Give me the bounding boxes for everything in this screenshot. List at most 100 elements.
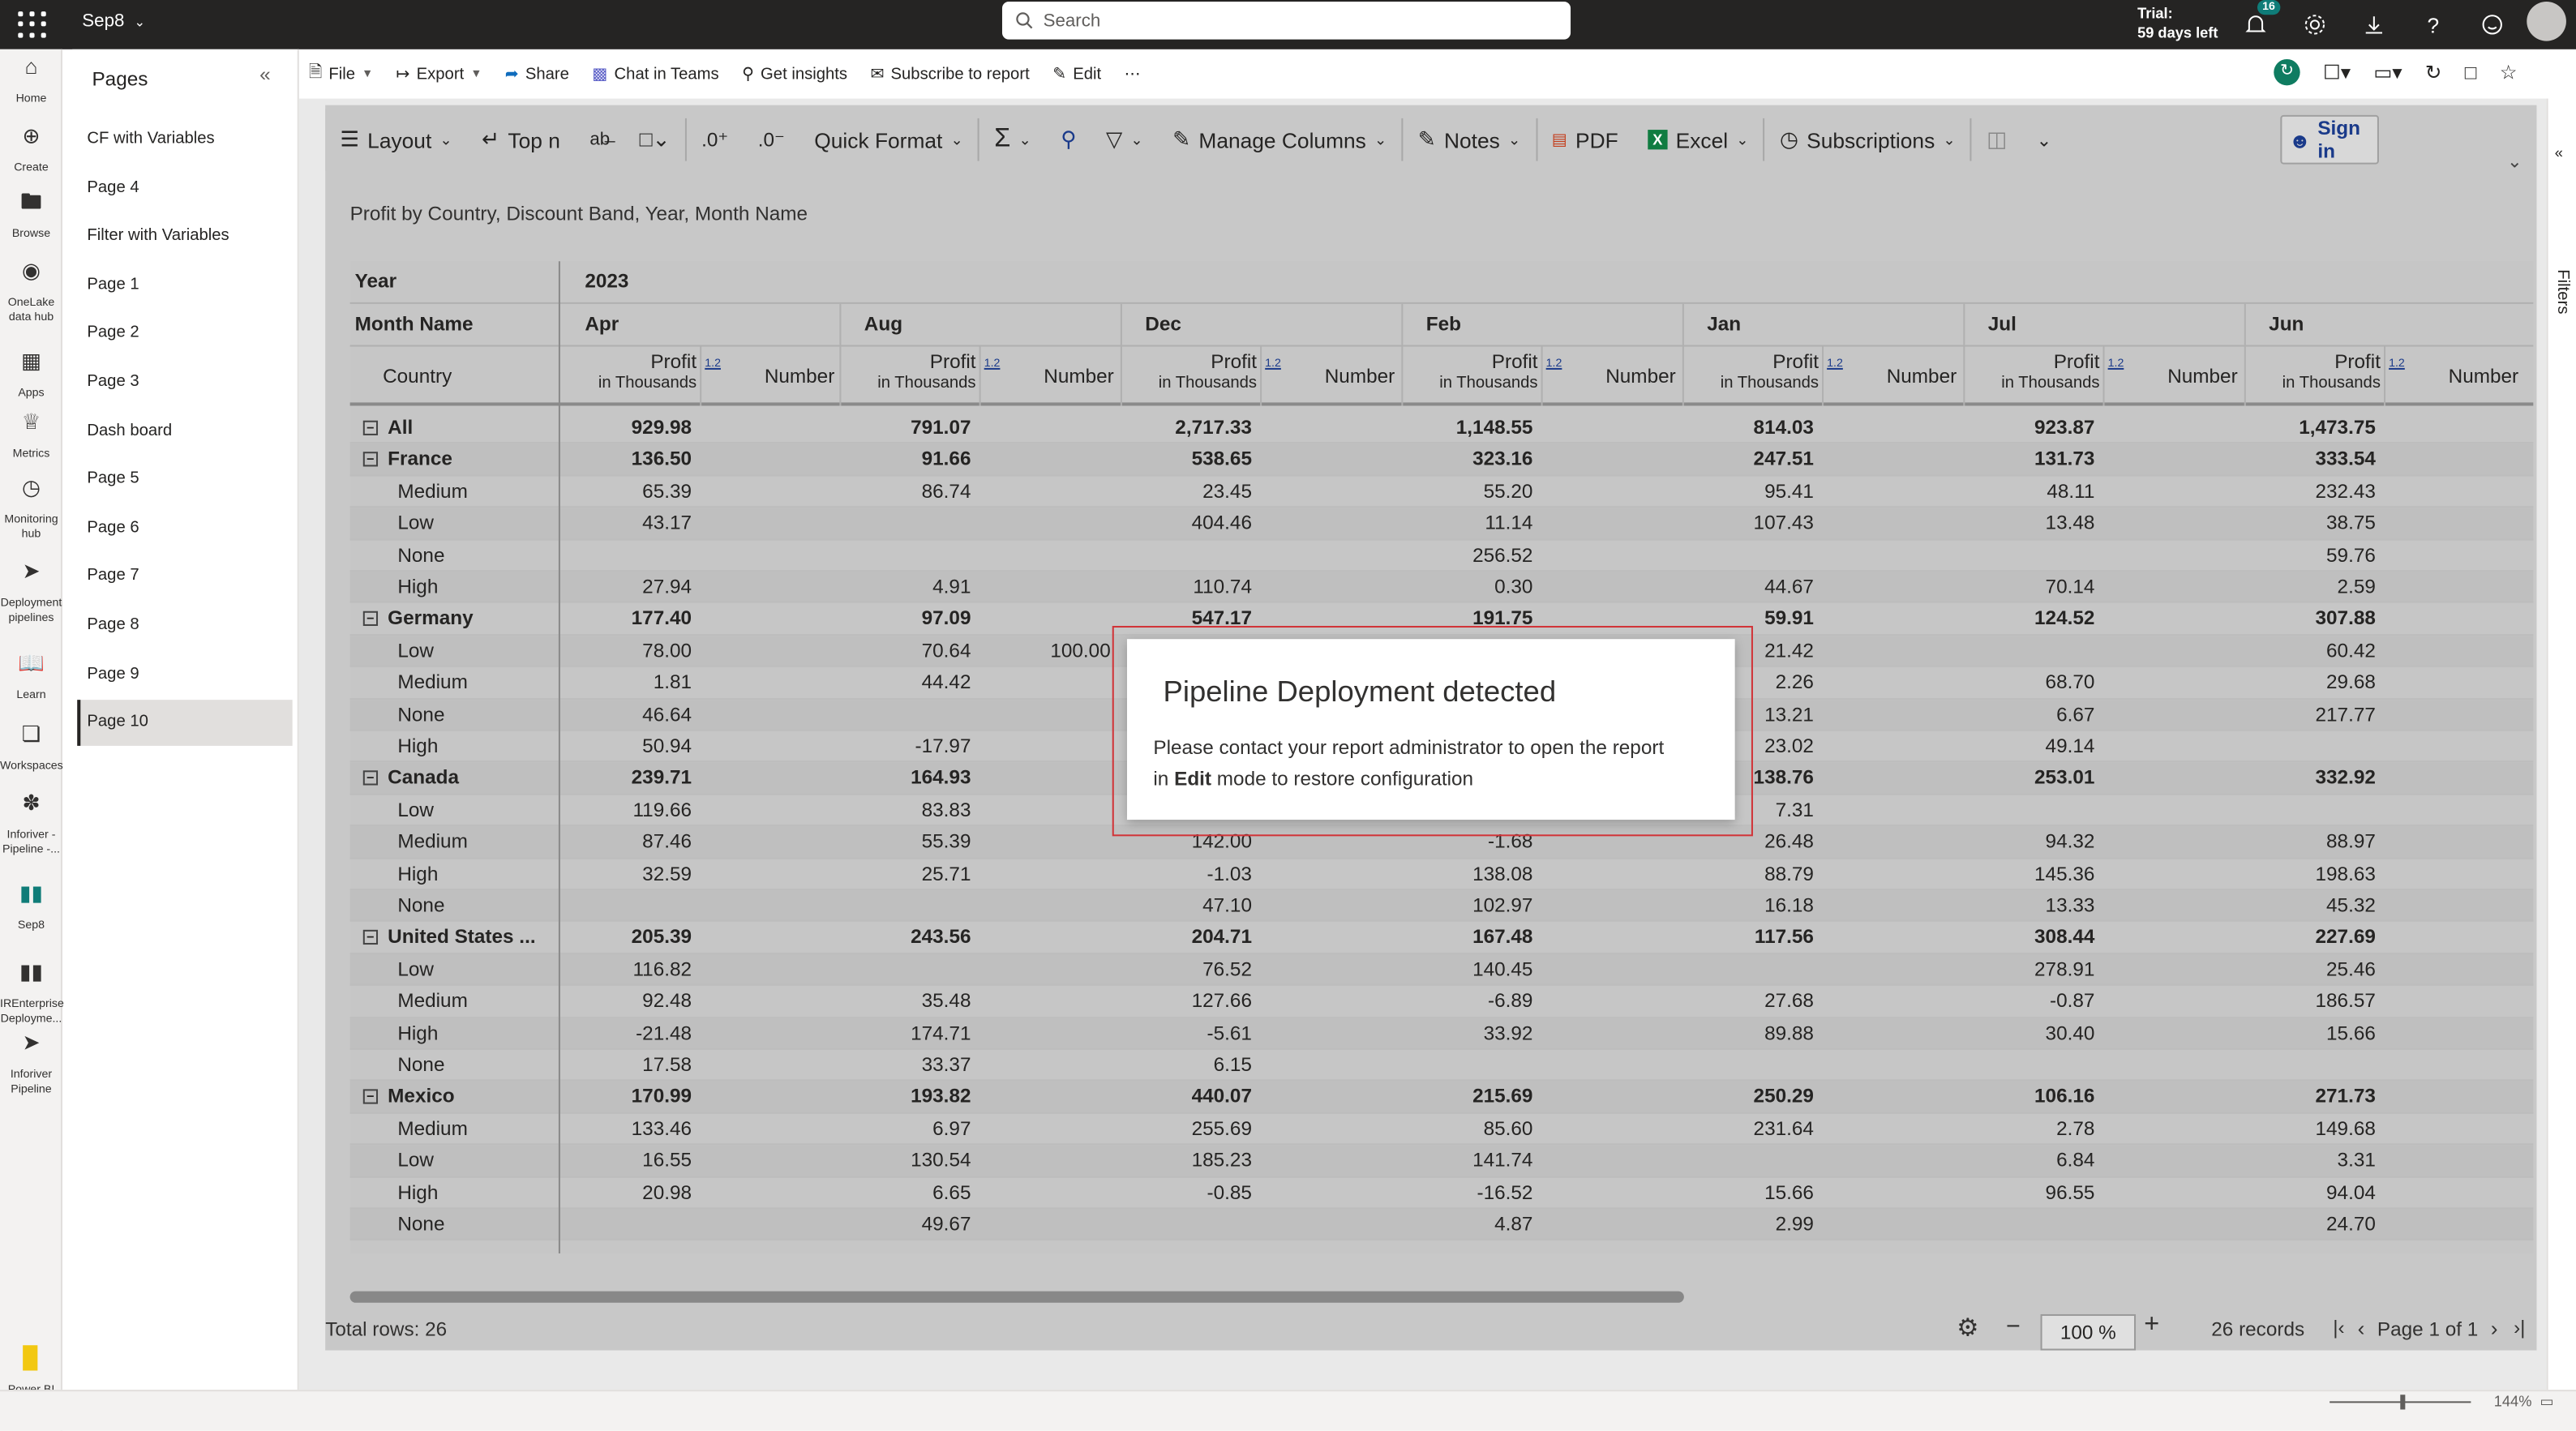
zoom-slider-thumb[interactable] xyxy=(2400,1395,2406,1410)
collapse-row-icon[interactable]: − xyxy=(362,452,379,468)
profit-cell[interactable]: 23.45 xyxy=(1121,476,1252,508)
profit-cell[interactable]: 27.68 xyxy=(1682,986,1814,1018)
profit-cell[interactable]: 117.56 xyxy=(1682,922,1814,953)
profit-cell[interactable]: 440.07 xyxy=(1121,1082,1252,1113)
rail-item-report[interactable]: ▮▮ Sep8 xyxy=(0,882,62,933)
number-format-tag[interactable]: 1.2 xyxy=(1827,358,1843,370)
profit-cell[interactable]: 85.60 xyxy=(1401,1113,1533,1145)
month-header[interactable]: Jun xyxy=(2269,312,2304,335)
profit-cell[interactable]: 814.03 xyxy=(1682,413,1814,444)
profit-cell[interactable]: 247.51 xyxy=(1682,444,1814,476)
rail-item-workspaces[interactable]: ❏ Workspaces xyxy=(0,723,63,774)
page-item[interactable]: Page 3 xyxy=(77,360,292,406)
profit-cell[interactable]: -17.97 xyxy=(839,731,971,763)
profit-cell[interactable]: 2.59 xyxy=(2244,572,2376,603)
layout-button[interactable]: ☰ Layout ⌄ xyxy=(325,109,467,171)
profit-cell[interactable]: 16.18 xyxy=(1682,890,1814,922)
profit-cell[interactable]: 91.66 xyxy=(839,444,971,476)
rail-item-book[interactable]: 📖 Learn xyxy=(0,652,62,703)
profit-cell[interactable]: 35.48 xyxy=(839,986,971,1018)
edit-button[interactable]: ✎ Edit xyxy=(1052,65,1101,83)
gear-icon[interactable] xyxy=(2297,6,2334,43)
profit-cell[interactable]: 83.83 xyxy=(839,795,971,826)
profit-cell[interactable]: 16.55 xyxy=(560,1146,692,1177)
rail-item-report[interactable]: ▮▮ IREnterprise Deployme... xyxy=(0,961,64,1026)
profit-measure-header[interactable]: Profit in Thousands xyxy=(1682,351,1819,395)
profit-cell[interactable]: 50.94 xyxy=(560,731,692,763)
profit-cell[interactable]: 141.74 xyxy=(1401,1146,1532,1177)
profit-cell[interactable]: 97.09 xyxy=(839,603,971,635)
chat-in-teams-button[interactable]: ▩ Chat in Teams xyxy=(592,65,718,83)
number-measure-header[interactable]: Number xyxy=(1284,365,1395,388)
collapse-row-icon[interactable]: − xyxy=(362,771,379,786)
profit-measure-header[interactable]: Profit in Thousands xyxy=(1963,351,2099,395)
collapse-row-icon[interactable]: − xyxy=(362,611,379,627)
profit-cell[interactable]: 145.36 xyxy=(1963,859,2094,890)
profit-cell[interactable]: 33.37 xyxy=(839,1050,971,1082)
trial-status[interactable]: Trial: 59 days left xyxy=(2137,3,2218,43)
filters-pane[interactable]: « Filters xyxy=(2546,98,2576,1390)
number-measure-header[interactable]: Number xyxy=(1566,365,1675,388)
profit-cell[interactable]: -1.03 xyxy=(1121,859,1252,890)
select-box-button[interactable]: □⌄ xyxy=(624,109,684,171)
year-value[interactable]: 2023 xyxy=(585,269,628,292)
profit-cell[interactable]: 131.73 xyxy=(1963,444,2094,476)
zoom-level-input[interactable]: 100 % xyxy=(2040,1313,2137,1351)
profit-cell[interactable]: -0.87 xyxy=(1963,986,2094,1018)
profit-cell[interactable]: 404.46 xyxy=(1121,508,1252,539)
horizontal-scrollbar[interactable] xyxy=(349,1291,1684,1303)
month-header[interactable]: Apr xyxy=(585,312,619,335)
profit-cell[interactable]: 47.10 xyxy=(1121,890,1252,922)
profit-cell[interactable]: 307.88 xyxy=(2244,603,2376,635)
profit-cell[interactable]: 59.76 xyxy=(2244,540,2376,572)
profit-cell[interactable]: 119.66 xyxy=(560,795,692,826)
workspace-switcher[interactable]: Sep8 ⌄ xyxy=(82,11,145,31)
profit-cell[interactable]: 49.67 xyxy=(839,1209,971,1240)
profit-measure-header[interactable]: Profit in Thousands xyxy=(560,351,697,395)
settings-gear-icon[interactable]: ⚙ xyxy=(1957,1313,1978,1342)
export-menu[interactable]: ↦ Export ▼ xyxy=(396,65,482,83)
profit-measure-header[interactable]: Profit in Thousands xyxy=(2244,351,2381,395)
page-item[interactable]: Page 8 xyxy=(77,603,292,649)
page-item[interactable]: Page 5 xyxy=(77,457,292,503)
prev-page-icon[interactable]: ‹ xyxy=(2358,1316,2365,1340)
profit-cell[interactable]: 174.71 xyxy=(839,1018,971,1049)
month-header[interactable]: Dec xyxy=(1145,312,1181,335)
profit-cell[interactable]: 15.66 xyxy=(2244,1018,2376,1049)
table-row[interactable]: − All 929.98 791.07 2,717.33 1,148.55 814.03 92… xyxy=(349,413,2534,444)
table-row[interactable]: High 27.94 4.91 110.74 0.30 44.67 70.14 2.59 xyxy=(349,572,2534,604)
page-item[interactable]: Page 1 xyxy=(77,263,292,309)
search-input[interactable]: Search xyxy=(1001,2,1571,40)
table-row[interactable]: None 49.67 4.87 2.99 24.70 xyxy=(349,1209,2534,1241)
table-row[interactable]: High 32.59 25.71 -1.03 138.08 88.79 145.36 198.… xyxy=(349,859,2534,891)
profit-cell[interactable]: 76.52 xyxy=(1121,954,1252,986)
profit-cell[interactable]: 33.92 xyxy=(1401,1018,1533,1049)
table-row[interactable]: − France 136.50 91.66 538.65 323.16 247.51 131.… xyxy=(349,443,2534,477)
expand-filters-icon[interactable]: « xyxy=(2555,144,2563,161)
table-row[interactable]: High -21.48 174.71 -5.61 33.92 89.88 30.40 15.6… xyxy=(349,1018,2534,1050)
profit-cell[interactable]: 102.97 xyxy=(1401,890,1532,922)
page-item[interactable]: CF with Variables xyxy=(77,117,292,163)
profit-cell[interactable]: 44.67 xyxy=(1682,572,1814,603)
feedback-smiley-icon[interactable] xyxy=(2474,6,2510,43)
page-item[interactable]: Page 2 xyxy=(77,311,292,358)
number-format-tag[interactable]: 1.2 xyxy=(2389,358,2405,370)
profit-cell[interactable]: 92.48 xyxy=(560,986,692,1018)
profit-cell[interactable]: 32.59 xyxy=(560,859,692,890)
table-row[interactable]: Medium 65.39 86.74 23.45 55.20 95.41 48.11 232.… xyxy=(349,476,2534,508)
profit-cell[interactable]: 4.87 xyxy=(1401,1209,1532,1240)
top-n-button[interactable]: ↵ Top n xyxy=(467,109,575,171)
filter-button[interactable]: ▽ ⌄ xyxy=(1091,109,1158,171)
profit-measure-header[interactable]: Profit in Thousands xyxy=(839,351,975,395)
profit-cell[interactable]: 255.69 xyxy=(1121,1113,1252,1145)
profit-cell[interactable]: 923.87 xyxy=(1963,413,2094,444)
profit-cell[interactable]: 1.81 xyxy=(560,667,692,699)
profit-cell[interactable]: 48.11 xyxy=(1963,476,2094,508)
profit-cell[interactable]: 27.94 xyxy=(560,572,692,603)
profit-cell[interactable]: 185.23 xyxy=(1121,1146,1252,1177)
find-button[interactable]: ⚲ xyxy=(1046,109,1091,171)
profit-cell[interactable]: 116.82 xyxy=(560,954,692,986)
profit-cell[interactable]: 13.33 xyxy=(1963,890,2095,922)
number-format-tag[interactable]: 1.2 xyxy=(1546,358,1562,370)
table-row[interactable]: Medium 92.48 35.48 127.66 -6.89 27.68 -0.87 186… xyxy=(349,986,2534,1018)
